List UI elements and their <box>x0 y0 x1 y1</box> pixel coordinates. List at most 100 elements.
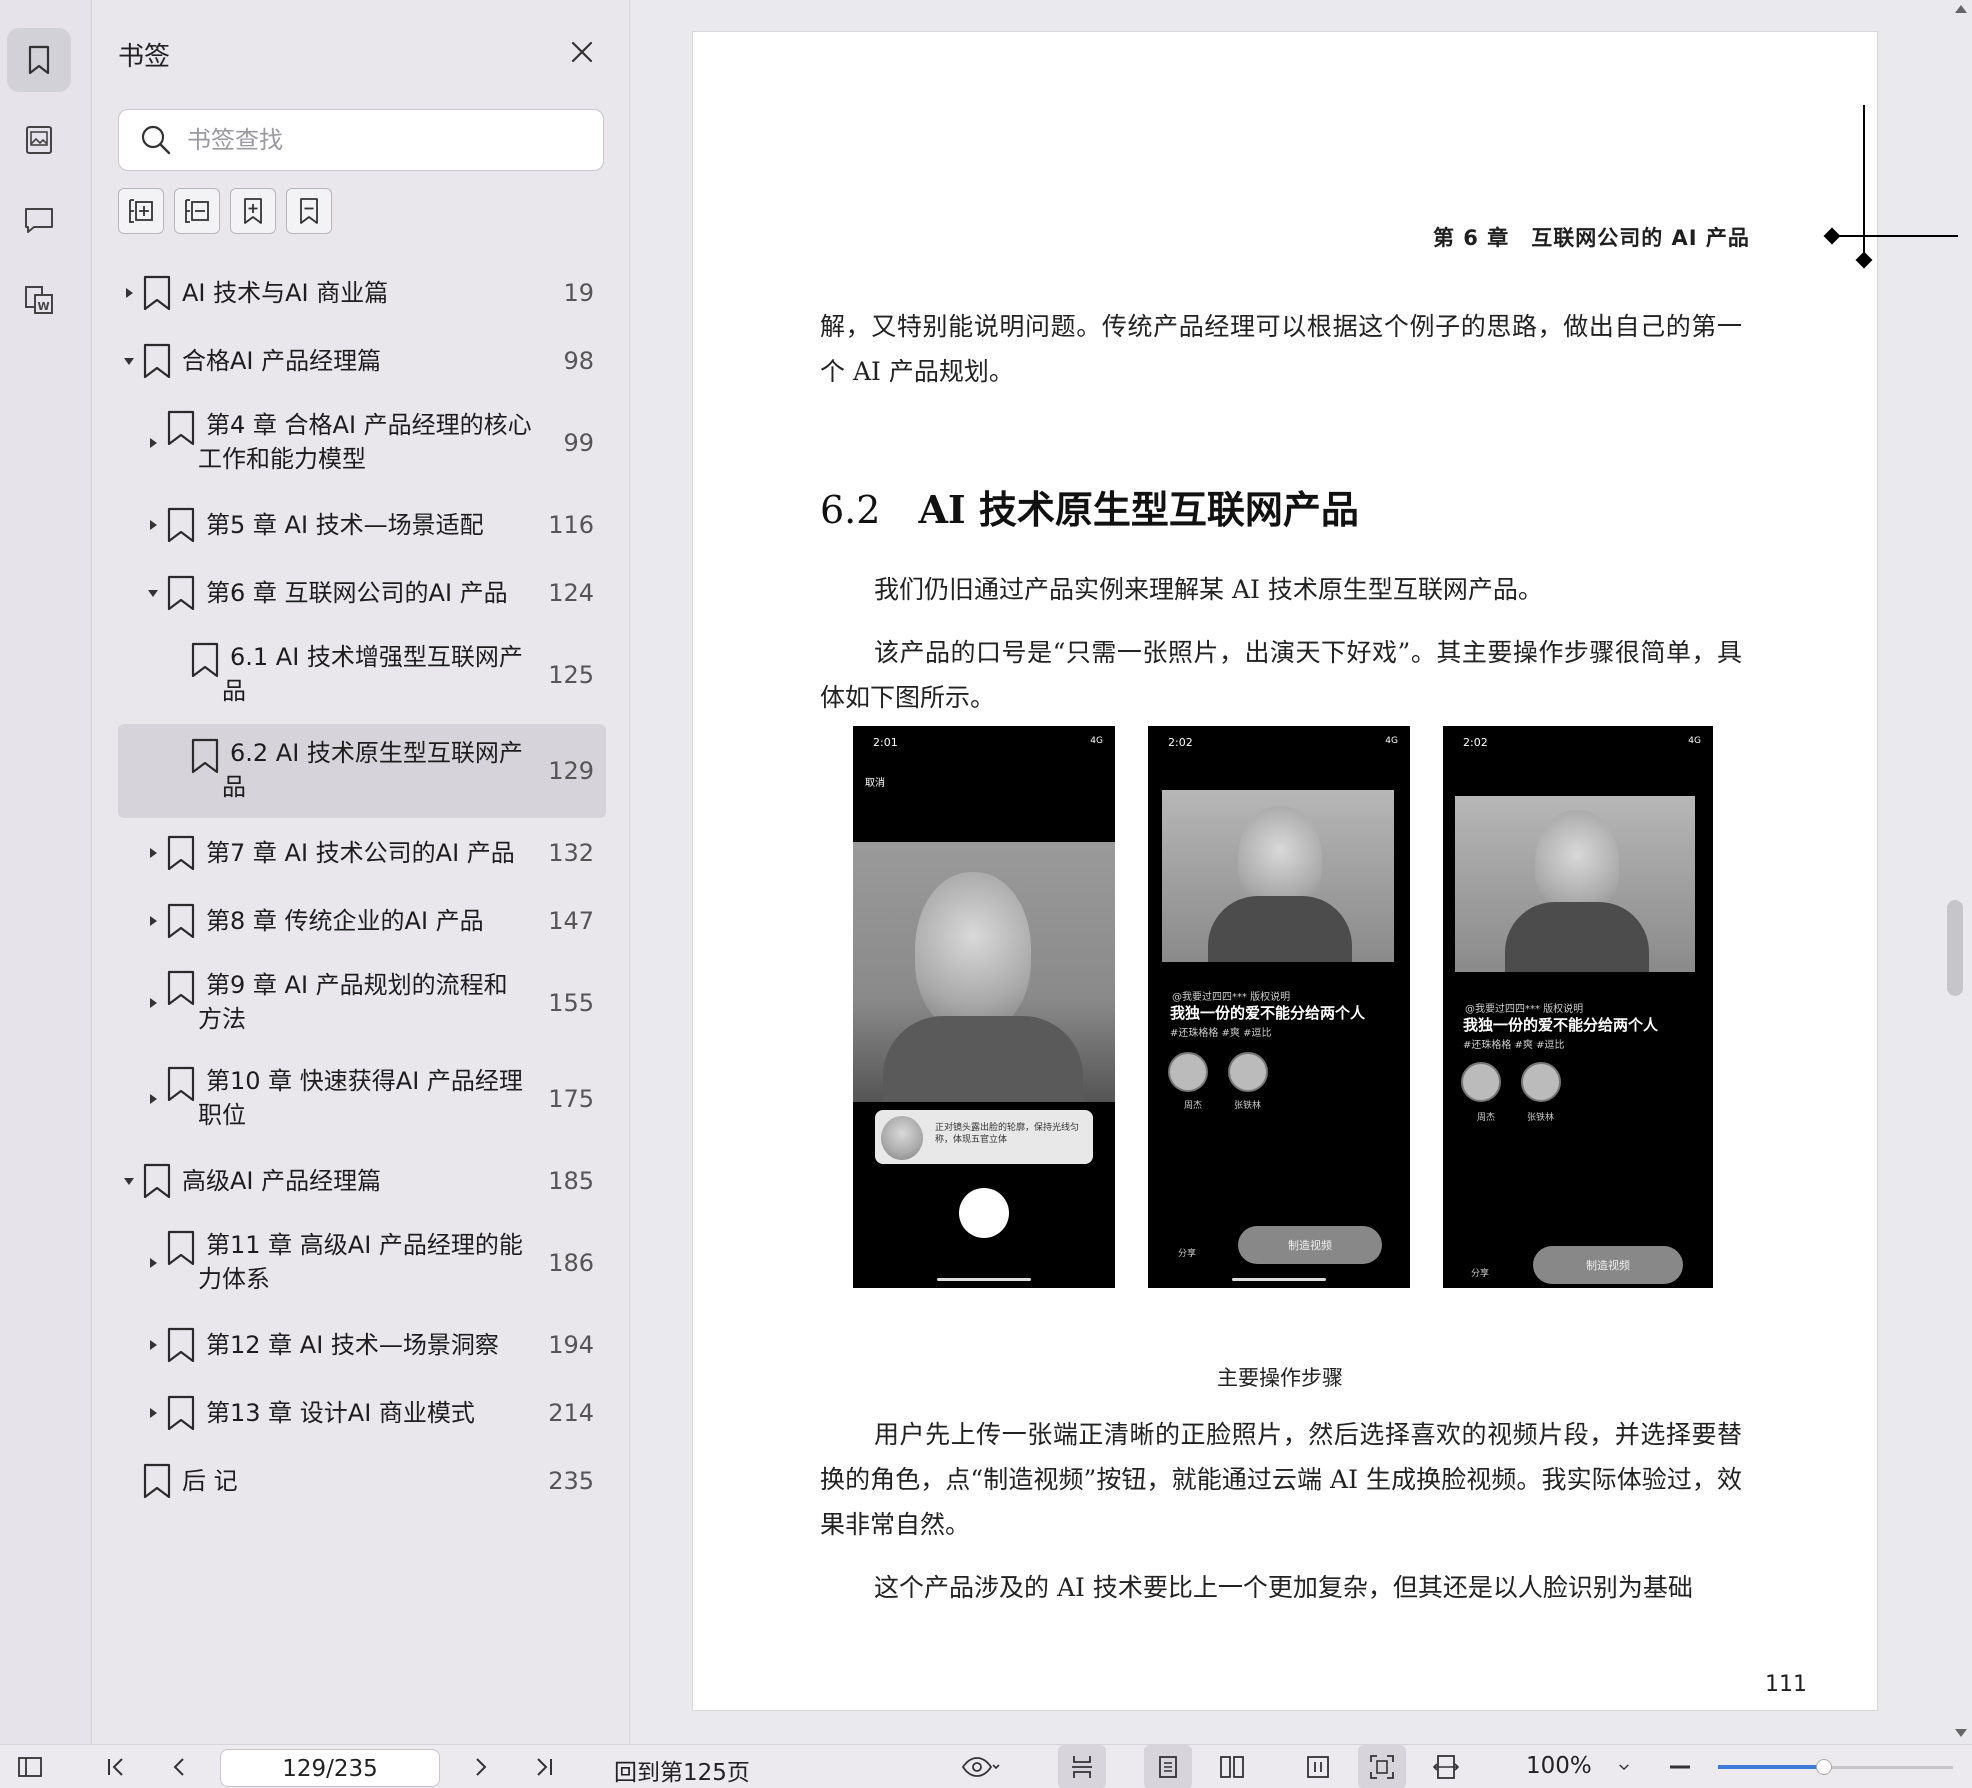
word-export-icon[interactable]: W <box>7 268 71 332</box>
bookmark-item[interactable]: 第5 章 AI 技术—场景适配 116 <box>118 498 606 552</box>
role-name: 周杰 <box>1477 1113 1496 1123</box>
bookmark-item[interactable]: 第7 章 AI 技术公司的AI 产品 132 <box>118 826 606 880</box>
bookmark-icon <box>190 642 220 678</box>
share-label: 分享 <box>1471 1269 1490 1279</box>
expand-all-icon <box>129 199 153 223</box>
paragraph: 用户先上传一张端正清晰的正脸照片，然后选择喜欢的视频片段，并选择要替换的角色，点… <box>820 1420 1742 1539</box>
zoom-dropdown-icon[interactable] <box>1612 1745 1636 1788</box>
collapsed-arrow-icon[interactable] <box>146 1406 160 1420</box>
bookmark-panel-icon[interactable] <box>7 28 71 92</box>
bookmark-item[interactable]: 第6 章 互联网公司的AI 产品 124 <box>118 566 606 620</box>
figure-caption: 主要操作步骤 <box>1217 1366 1343 1390</box>
zoom-slider-fill <box>1718 1765 1824 1769</box>
bookmark-label-line: 品 <box>222 773 246 801</box>
bookmark-page: 98 <box>563 347 594 375</box>
phone-cancel: 取消 <box>865 778 885 789</box>
previous-page-icon[interactable] <box>160 1745 200 1788</box>
document-viewer[interactable]: 第 6 章 互联网公司的 AI 产品 解，又特别能说明问题。传统产品经理可以根据… <box>630 0 1972 1744</box>
bookmark-item[interactable]: 第8 章 传统企业的AI 产品 147 <box>118 894 606 948</box>
remove-bookmark-button[interactable] <box>286 188 332 234</box>
page-number: 111 <box>1765 1672 1807 1697</box>
fit-width-icon[interactable] <box>1422 1745 1470 1788</box>
scroll-up-icon[interactable] <box>1954 4 1968 14</box>
vertical-scrollbar[interactable] <box>1950 0 1972 1744</box>
bookmark-page: 194 <box>548 1331 594 1359</box>
bookmark-label-line: 第12 章 AI 技术—场景洞察 <box>206 1331 499 1359</box>
bookmark-icon <box>166 507 196 543</box>
close-icon[interactable] <box>564 34 600 70</box>
actual-size-icon[interactable] <box>1294 1745 1342 1788</box>
view-mode-icon[interactable] <box>950 1745 1010 1788</box>
scrollbar-thumb[interactable] <box>1947 900 1963 996</box>
expanded-arrow-icon[interactable] <box>122 1174 136 1188</box>
next-page-icon[interactable] <box>460 1745 500 1788</box>
bookmark-icon <box>142 1463 172 1499</box>
continuous-scroll-icon[interactable] <box>1058 1745 1106 1788</box>
comment-panel-icon[interactable] <box>7 188 71 252</box>
bookmark-label-line: 职位 <box>198 1101 246 1129</box>
single-page-icon[interactable] <box>1144 1745 1192 1788</box>
bookmark-label-line: 品 <box>222 677 246 705</box>
bookmark-item[interactable]: AI 技术与AI 商业篇 19 <box>118 266 606 320</box>
goto-page-link[interactable]: 回到第125页 <box>614 1753 750 1787</box>
zoom-level[interactable]: 100% <box>1526 1753 1592 1779</box>
bookmark-page: 124 <box>548 579 594 607</box>
collapsed-arrow-icon[interactable] <box>146 518 160 532</box>
bookmark-item[interactable]: 后 记 235 <box>118 1454 606 1508</box>
remove-bookmark-icon <box>300 198 318 224</box>
bookmark-item[interactable]: 第9 章 AI 产品规划的流程和 方法 155 <box>118 962 606 1044</box>
bookmark-item[interactable]: 6.2 AI 技术原生型互联网产品 129 <box>118 724 606 818</box>
bookmark-item[interactable]: 第13 章 设计AI 商业模式 214 <box>118 1386 606 1440</box>
bookmark-icon <box>142 275 172 311</box>
collapsed-arrow-icon[interactable] <box>146 914 160 928</box>
last-page-icon[interactable] <box>524 1745 564 1788</box>
video-meta: @我要过四四*** 版权说明 <box>1465 1004 1584 1015</box>
collapsed-arrow-icon[interactable] <box>146 846 160 860</box>
bookmark-icon <box>166 903 196 939</box>
video-tags: #还珠格格 #爽 #逗比 <box>1170 1028 1272 1039</box>
page-number-field[interactable]: 129/235 <box>220 1749 440 1787</box>
bookmark-item[interactable]: 第4 章 合格AI 产品经理的核心 工作和能力模型 99 <box>118 402 606 484</box>
bookmark-page: 147 <box>548 907 594 935</box>
expanded-arrow-icon[interactable] <box>146 586 160 600</box>
bookmark-item[interactable]: 第10 章 快速获得AI 产品经理 职位 175 <box>118 1058 606 1140</box>
collapsed-arrow-icon[interactable] <box>146 1092 160 1106</box>
thumbnail-panel-icon[interactable] <box>7 108 71 172</box>
bookmark-toolbar <box>118 188 332 234</box>
first-page-icon[interactable] <box>96 1745 136 1788</box>
bookmark-item[interactable]: 6.1 AI 技术增强型互联网产品 125 <box>118 634 606 716</box>
bookmark-label-line: 工作和能力模型 <box>198 445 366 473</box>
collapsed-arrow-icon[interactable] <box>146 436 160 450</box>
collapse-all-button[interactable] <box>174 188 220 234</box>
collapsed-arrow-icon[interactable] <box>122 286 136 300</box>
collapsed-arrow-icon[interactable] <box>146 1338 160 1352</box>
bookmark-label-line: 高级AI 产品经理篇 <box>182 1167 382 1195</box>
corner-mark-vertical <box>1863 105 1865 263</box>
section-title: AI 技术原生型互联网产品 <box>918 487 1359 532</box>
bookmark-item[interactable]: 第12 章 AI 技术—场景洞察 194 <box>118 1318 606 1372</box>
add-bookmark-button[interactable] <box>230 188 276 234</box>
bookmark-label-line: 后 记 <box>182 1467 238 1495</box>
bookmark-item[interactable]: 第11 章 高级AI 产品经理的能 力体系 186 <box>118 1222 606 1304</box>
expand-all-button[interactable] <box>118 188 164 234</box>
toggle-sidebar-icon[interactable] <box>10 1745 50 1788</box>
corner-mark-horizontal <box>1826 235 1958 237</box>
bookmark-item[interactable]: 高级AI 产品经理篇 185 <box>118 1154 606 1208</box>
bookmark-label: AI 技术与AI 商业篇 <box>182 276 388 310</box>
bookmark-label-line: 第9 章 AI 产品规划的流程和 <box>206 971 508 999</box>
hint-avatar <box>881 1116 923 1160</box>
status-bar: 129/235 回到第125页 100% <box>0 1744 1972 1788</box>
zoom-out-icon[interactable] <box>1664 1745 1696 1788</box>
scroll-down-icon[interactable] <box>1954 1728 1968 1738</box>
collapsed-arrow-icon[interactable] <box>146 996 160 1010</box>
bookmark-item[interactable]: 合格AI 产品经理篇 98 <box>118 334 606 388</box>
bookmark-page: 214 <box>548 1399 594 1427</box>
two-page-icon[interactable] <box>1208 1745 1256 1788</box>
fit-page-icon[interactable] <box>1358 1745 1406 1788</box>
bookmark-search-input[interactable] <box>187 126 567 154</box>
bookmark-search-box[interactable] <box>118 109 604 171</box>
expanded-arrow-icon[interactable] <box>122 354 136 368</box>
bookmark-label: 第5 章 AI 技术—场景适配 <box>206 508 484 542</box>
zoom-slider-knob[interactable] <box>1816 1759 1832 1775</box>
collapsed-arrow-icon[interactable] <box>146 1256 160 1270</box>
